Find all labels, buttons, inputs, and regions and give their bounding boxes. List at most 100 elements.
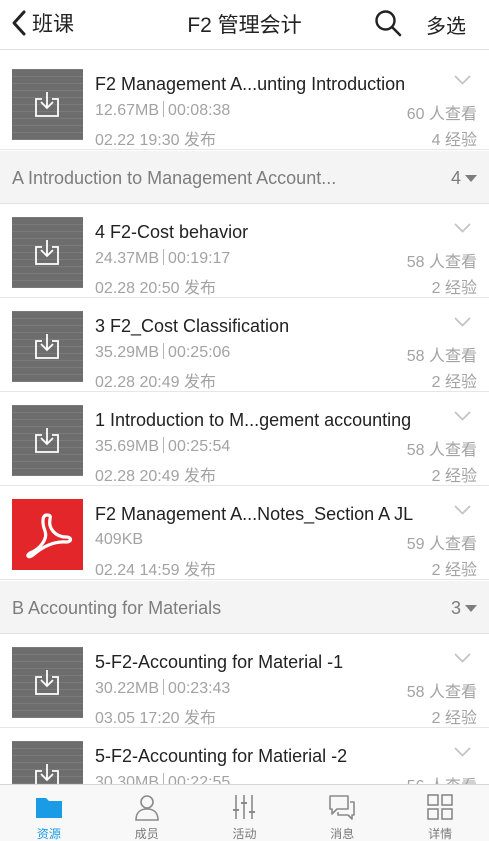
publish-date: 02.24 14:59 发布 <box>95 562 216 579</box>
video-thumbnail <box>12 405 83 476</box>
resource-item[interactable]: 5-F2-Accounting for Material -1 30.22MB 0… <box>0 634 489 728</box>
multi-select-button[interactable]: 多选 <box>426 10 466 39</box>
file-size: 12.67MB <box>95 102 160 119</box>
resource-item[interactable]: 3 F2_Cost Classification 35.29MB 00:25:06… <box>0 298 489 392</box>
view-count: 58 人查看 <box>406 254 477 271</box>
publish-date: 02.28 20:49 发布 <box>95 468 216 485</box>
group-title: B Accounting for Materials <box>12 598 222 618</box>
chevron-down-icon[interactable] <box>454 653 471 663</box>
file-size: 30.30MB <box>95 774 160 784</box>
tab-label: 资源 <box>36 827 61 841</box>
resource-meta: 35.69MB 00:25:54 <box>95 437 230 456</box>
experience-points: 2 经验 <box>431 374 477 391</box>
search-icon[interactable] <box>373 8 403 38</box>
view-count: 58 人查看 <box>406 684 477 701</box>
view-count: 58 人查看 <box>406 348 477 365</box>
download-icon[interactable] <box>33 90 61 118</box>
chevron-down-icon[interactable] <box>454 75 471 85</box>
tab-label: 活动 <box>232 827 257 841</box>
resource-meta: 35.29MB 00:25:06 <box>95 343 230 362</box>
group-count: 3 <box>450 598 461 618</box>
file-size: 409KB <box>95 531 144 548</box>
video-thumbnail <box>12 647 83 718</box>
back-label: 班课 <box>32 13 74 36</box>
chevron-down-icon[interactable] <box>454 411 471 421</box>
chevron-down-icon[interactable] <box>454 505 471 515</box>
video-thumbnail <box>12 741 83 784</box>
tab-bar: 资源 成员 活动 消息 详情 <box>0 784 489 841</box>
download-icon[interactable] <box>33 762 61 784</box>
download-icon[interactable] <box>33 332 61 360</box>
video-thumbnail <box>12 69 83 140</box>
duration: 00:25:54 <box>168 438 231 455</box>
duration: 00:19:17 <box>168 250 231 267</box>
tab-label: 成员 <box>134 827 159 841</box>
sliders-icon <box>233 795 256 819</box>
group-count: 4 <box>450 168 461 188</box>
duration: 00:22:55 <box>168 774 231 784</box>
experience-points: 2 经验 <box>431 562 477 579</box>
group-header-a[interactable]: A Introduction to Management Account... … <box>0 151 489 204</box>
download-icon[interactable] <box>33 668 61 696</box>
resource-meta: 30.22MB 00:23:43 <box>95 679 230 698</box>
experience-points: 2 经验 <box>431 280 477 297</box>
tab-details[interactable]: 详情 <box>391 785 489 841</box>
chat-icon <box>329 795 356 820</box>
view-count: 58 人查看 <box>406 442 477 459</box>
experience-points: 2 经验 <box>431 468 477 485</box>
tab-resources[interactable]: 资源 <box>0 785 98 841</box>
tab-messages[interactable]: 消息 <box>293 785 391 841</box>
duration: 00:08:38 <box>168 102 231 119</box>
folder-icon <box>35 798 62 818</box>
resource-item[interactable]: 1 Introduction to M...gement accounting … <box>0 392 489 486</box>
group-title: A Introduction to Management Account... <box>12 168 337 188</box>
chevron-down-icon[interactable] <box>454 223 471 233</box>
caret-down-icon <box>465 605 477 612</box>
pdf-thumbnail <box>12 499 83 570</box>
publish-date: 03.05 17:20 发布 <box>95 710 216 727</box>
resource-meta: 24.37MB 00:19:17 <box>95 249 230 268</box>
publish-date: 02.22 19:30 发布 <box>95 132 216 149</box>
resource-name: F2 Management A...Notes_Section A JL <box>95 504 414 524</box>
resource-meta: 409KB <box>95 531 143 549</box>
view-count: 59 人查看 <box>406 536 477 553</box>
nav-bar: 班课 F2 管理会计 多选 <box>0 0 489 50</box>
resource-name: 5-F2-Accounting for Material -1 <box>95 652 344 672</box>
resource-name: 5-F2-Accounting for Matierial -2 <box>95 746 348 766</box>
resource-item[interactable]: 4 F2-Cost behavior 24.37MB 00:19:17 02.28… <box>0 204 489 298</box>
publish-date: 02.28 20:49 发布 <box>95 374 216 391</box>
tab-members[interactable]: 成员 <box>98 785 196 841</box>
resource-meta: 12.67MB 00:08:38 <box>95 101 230 120</box>
resource-item[interactable]: F2 Management A...Notes_Section A JL 409… <box>0 486 489 580</box>
file-size: 30.22MB <box>95 680 160 697</box>
chevron-down-icon[interactable] <box>454 317 471 327</box>
chevron-down-icon[interactable] <box>454 747 471 757</box>
pdf-icon <box>26 513 73 559</box>
resource-list[interactable]: F2 Management A...unting Introduction 12… <box>0 51 489 784</box>
duration: 00:25:06 <box>168 344 231 361</box>
tab-activities[interactable]: 活动 <box>196 785 294 841</box>
video-thumbnail <box>12 217 83 288</box>
resource-name: F2 Management A...unting Introduction <box>95 74 406 94</box>
experience-points: 2 经验 <box>431 710 477 727</box>
duration: 00:23:43 <box>168 680 231 697</box>
view-count: 56 人查看 <box>407 772 477 784</box>
resource-name: 4 F2-Cost behavior <box>95 222 249 242</box>
resource-item[interactable]: 5-F2-Accounting for Matierial -2 30.30MB… <box>0 728 489 784</box>
download-icon[interactable] <box>33 426 61 454</box>
back-button[interactable]: 班课 <box>10 8 74 38</box>
tab-label: 消息 <box>330 827 355 841</box>
video-thumbnail <box>12 311 83 382</box>
file-size: 24.37MB <box>95 250 160 267</box>
group-header-b[interactable]: B Accounting for Materials 3 <box>0 581 489 634</box>
view-count: 60 人查看 <box>406 106 477 123</box>
file-size: 35.69MB <box>95 438 160 455</box>
person-icon <box>134 795 159 821</box>
download-icon[interactable] <box>33 238 61 266</box>
resource-name: 3 F2_Cost Classification <box>95 316 290 336</box>
tab-label: 详情 <box>428 827 453 841</box>
chevron-left-icon <box>12 10 26 36</box>
experience-points: 4 经验 <box>431 132 477 149</box>
grid-icon <box>427 794 453 820</box>
resource-item[interactable]: F2 Management A...unting Introduction 12… <box>0 56 489 150</box>
